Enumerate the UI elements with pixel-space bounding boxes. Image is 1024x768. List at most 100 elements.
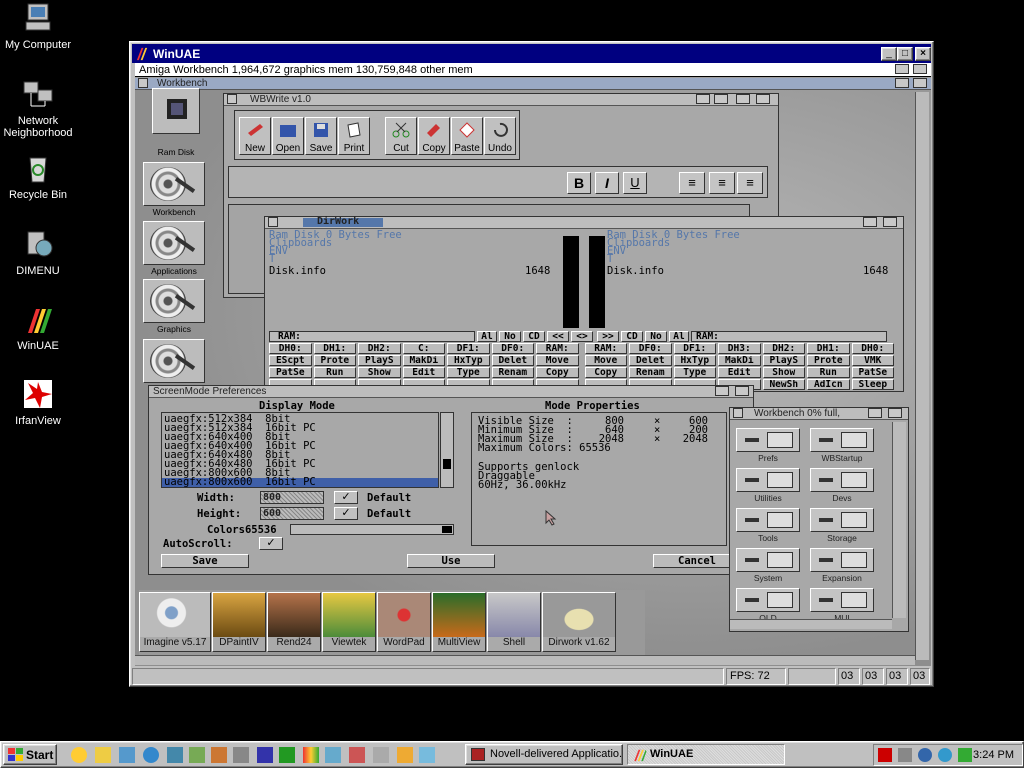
screenmode-depth-gadget[interactable] <box>735 386 749 396</box>
dirwork-cd-right-button[interactable]: CD <box>621 331 643 342</box>
dirwork-command-button[interactable]: Type <box>673 367 716 378</box>
quicklaunch-tool4-icon[interactable] <box>233 747 249 763</box>
cut-button[interactable]: Cut <box>385 117 417 155</box>
dirwork-command-button[interactable]: EScpt <box>269 355 312 366</box>
workbench-vertical-scrollbar[interactable] <box>915 92 929 660</box>
dirwork-command-button[interactable]: NewSh <box>762 379 805 390</box>
dirwork-title-bar[interactable]: DirWork <box>265 216 903 229</box>
start-button[interactable]: Start <box>3 744 57 765</box>
desktop-icon-network-neighborhood[interactable]: Network Neighborhood <box>0 78 76 139</box>
dock-app[interactable]: DPaintIV <box>212 592 266 652</box>
dirwork-command-button[interactable]: MakDi <box>402 355 445 366</box>
tray-icon-4[interactable] <box>938 748 953 762</box>
dirwork-command-button[interactable]: DF1: <box>447 343 490 354</box>
quicklaunch-folder-icon[interactable] <box>95 747 111 763</box>
prefs-drawer-icon[interactable] <box>810 428 874 452</box>
dirwork-command-button[interactable]: DH2: <box>358 343 401 354</box>
dirwork-command-button[interactable]: HxTyp <box>673 355 716 366</box>
desktop-icon-recycle-bin[interactable]: Recycle Bin <box>0 152 76 201</box>
quicklaunch-word-icon[interactable] <box>257 747 273 763</box>
dirwork-close-gadget[interactable] <box>268 217 278 227</box>
dirwork-command-button[interactable]: RAM: <box>584 343 627 354</box>
autoscroll-checkbox[interactable]: ✓ <box>259 537 283 550</box>
dirwork-command-button[interactable]: DF0: <box>629 343 672 354</box>
dirwork-command-button[interactable]: Move <box>584 355 627 366</box>
mode-list-scroll-thumb[interactable] <box>443 459 451 469</box>
quicklaunch-tool3-icon[interactable] <box>211 747 227 763</box>
wbwrite-depth-gadget[interactable] <box>756 94 770 104</box>
screenmode-zoom-gadget[interactable] <box>715 386 729 396</box>
desktop-icon-my-computer[interactable]: My Computer <box>0 2 76 51</box>
dock-app[interactable]: Imagine v5.17 <box>139 592 211 652</box>
dirwork-command-button[interactable]: PlayS <box>358 355 401 366</box>
dock-app[interactable]: WordPad <box>377 592 431 652</box>
cancel-prefs-button[interactable]: Cancel <box>653 554 741 568</box>
quicklaunch-ie-icon[interactable] <box>143 747 159 763</box>
dirwork-swap-button[interactable]: <> <box>571 331 593 342</box>
dirwork-command-button[interactable]: Show <box>358 367 401 378</box>
workbench-title-bar[interactable]: Workbench <box>135 78 931 90</box>
dirwork-command-button[interactable]: DH0: <box>851 343 894 354</box>
prefs-drawer-icon[interactable] <box>736 588 800 612</box>
dirwork-command-button[interactable]: Copy <box>584 367 627 378</box>
dirwork-command-button[interactable]: Prote <box>807 355 850 366</box>
dirwork-all-button[interactable]: Al <box>477 331 497 342</box>
dock-app[interactable]: Shell <box>487 592 541 652</box>
extra-disk-icon[interactable] <box>143 339 205 383</box>
prefs-drawer-icon[interactable] <box>810 508 874 532</box>
quicklaunch-tool5-icon[interactable] <box>325 747 341 763</box>
dirwork-depth-gadget[interactable] <box>883 217 897 227</box>
dirwork-command-button[interactable]: DF1: <box>673 343 716 354</box>
task-button-winuae[interactable]: WinUAE <box>627 744 785 765</box>
align-right-button[interactable]: ≡ <box>737 172 763 194</box>
novell-tray-icon[interactable] <box>878 748 892 762</box>
copy-button[interactable]: Copy <box>418 117 450 155</box>
quicklaunch-winuae-icon[interactable] <box>303 747 319 763</box>
dirwork-none-right-button[interactable]: No <box>645 331 667 342</box>
wbwrite-title-bar[interactable]: WBWrite v1.0 <box>224 94 778 106</box>
applications-disk-icon[interactable] <box>143 221 205 265</box>
underline-button[interactable]: U <box>623 172 647 194</box>
prefs-drawer-close-gadget[interactable] <box>733 408 743 418</box>
dirwork-left-arrows-button[interactable]: << <box>547 331 569 342</box>
close-button[interactable]: × <box>915 47 931 61</box>
wbwrite-lock-gadget[interactable] <box>714 94 728 104</box>
dirwork-command-button[interactable]: Delet <box>629 355 672 366</box>
print-button[interactable]: Print <box>338 117 370 155</box>
dirwork-command-button[interactable]: PatSe <box>269 367 312 378</box>
bold-button[interactable]: B <box>567 172 591 194</box>
dirwork-command-button[interactable]: DH2: <box>762 343 805 354</box>
prefs-drawer-title-bar[interactable]: Workbench 0% full, <box>730 408 908 420</box>
prefs-drawer-icon[interactable] <box>736 428 800 452</box>
save-button[interactable]: Save <box>305 117 337 155</box>
quicklaunch-tool9-icon[interactable] <box>419 747 435 763</box>
mode-list-scrollbar[interactable] <box>440 412 454 488</box>
dirwork-command-button[interactable]: Renam <box>629 367 672 378</box>
open-button[interactable]: Open <box>272 117 304 155</box>
height-input[interactable]: 600 <box>260 507 324 520</box>
quicklaunch-search-icon[interactable] <box>71 747 87 763</box>
dirwork-left-scrollbar[interactable] <box>563 236 579 328</box>
volume-icon[interactable] <box>898 748 913 762</box>
dirwork-command-button[interactable]: Edit <box>402 367 445 378</box>
quicklaunch-tool8-icon[interactable] <box>397 747 413 763</box>
undo-button[interactable]: Undo <box>484 117 516 155</box>
dirwork-right-path[interactable]: RAM: <box>691 331 887 342</box>
prefs-drawer-icon[interactable] <box>736 508 800 532</box>
wbwrite-iconify-gadget[interactable] <box>696 94 710 104</box>
dirwork-command-button[interactable]: RAM: <box>536 343 579 354</box>
dirwork-command-button[interactable]: Renam <box>491 367 534 378</box>
network-tray-icon[interactable] <box>918 748 933 762</box>
wbwrite-zoom-gadget[interactable] <box>736 94 750 104</box>
dirwork-command-button[interactable]: PlayS <box>762 355 805 366</box>
dirwork-command-button[interactable]: Run <box>807 367 850 378</box>
dirwork-command-button[interactable]: C: <box>402 343 445 354</box>
align-left-button[interactable]: ≡ <box>679 172 705 194</box>
workbench-disk-icon[interactable] <box>143 162 205 206</box>
prefs-drawer-icon[interactable] <box>810 588 874 612</box>
dirwork-command-button[interactable]: DH1: <box>313 343 356 354</box>
dirwork-file-row[interactable]: Disk.info 1648 <box>607 266 899 277</box>
dirwork-zoom-gadget[interactable] <box>863 217 877 227</box>
dirwork-cd-button[interactable]: CD <box>523 331 545 342</box>
dock-app[interactable]: Rend24 <box>267 592 321 652</box>
